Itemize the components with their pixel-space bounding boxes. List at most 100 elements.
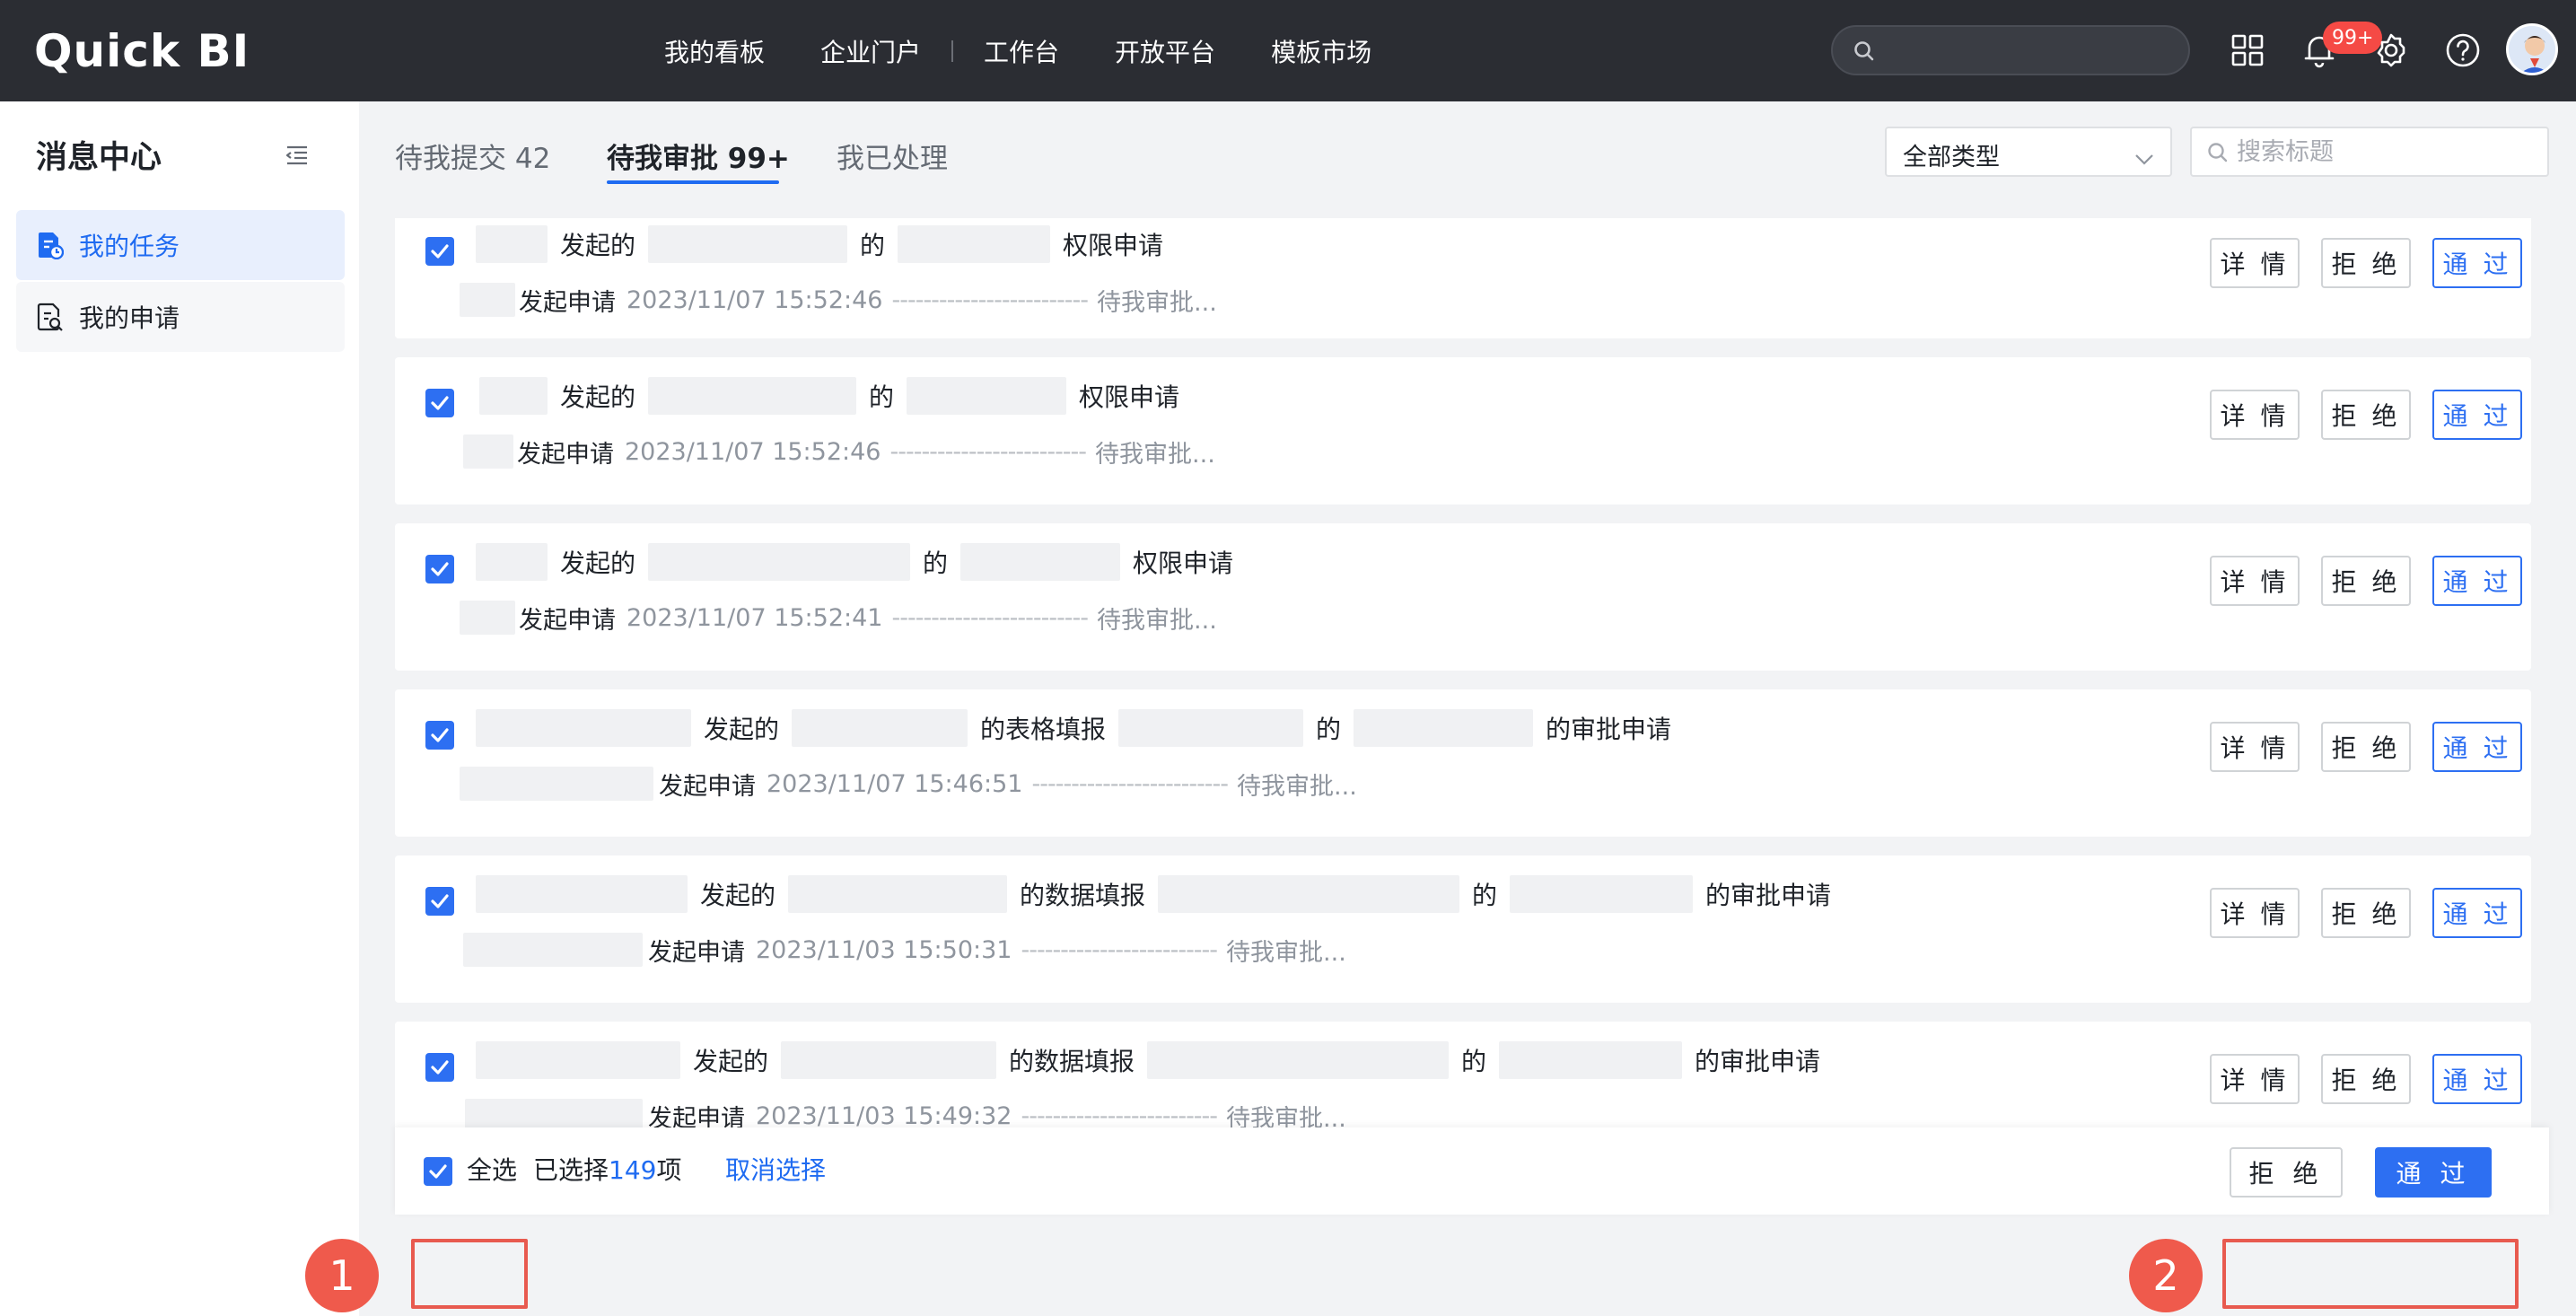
nav-my-dashboard[interactable]: 我的看板 bbox=[664, 33, 765, 69]
search-icon bbox=[1853, 39, 1876, 66]
list-item: 发起的 的数据填报 的 的审批申请 发起申请 2023/11/03 15:50:… bbox=[395, 855, 2531, 1003]
item-status: 待我审批... bbox=[1095, 440, 1215, 469]
reject-button[interactable]: 拒 绝 bbox=[2321, 1054, 2411, 1104]
select-all-checkbox[interactable] bbox=[424, 1157, 452, 1186]
user-avatar[interactable] bbox=[2506, 23, 2558, 75]
sidebar-item-label: 我的任务 bbox=[79, 232, 180, 261]
pass-button[interactable]: 通 过 bbox=[2432, 1054, 2522, 1104]
selected-count-text: 已选择149项 bbox=[533, 1155, 682, 1185]
item-timestamp: 2023/11/03 15:50:31 bbox=[756, 935, 1012, 964]
item-checkbox[interactable] bbox=[425, 237, 454, 266]
redacted-block bbox=[907, 377, 1067, 415]
item-checkbox[interactable] bbox=[425, 721, 454, 750]
redacted-block bbox=[476, 225, 548, 263]
detail-button[interactable]: 详 情 bbox=[2210, 1054, 2300, 1104]
tab-pending-approve[interactable]: 待我审批 99+ bbox=[607, 136, 790, 176]
step-marker-2: 2 bbox=[2129, 1239, 2203, 1312]
item-meta: 发起申请 2023/11/07 15:46:51 ---------------… bbox=[460, 761, 1357, 806]
reject-button[interactable]: 拒 绝 bbox=[2321, 888, 2411, 938]
type-filter-select[interactable]: 全部类型 bbox=[1885, 127, 2172, 177]
item-meta: 发起申请 2023/11/03 15:50:31 ---------------… bbox=[460, 927, 1346, 972]
redacted-block bbox=[1510, 875, 1694, 913]
reject-button[interactable]: 拒 绝 bbox=[2321, 238, 2411, 288]
top-navigation-bar: Quick BI 我的看板 企业门户 工作台 开放平台 模板市场 99+ bbox=[0, 0, 2576, 101]
item-checkbox[interactable] bbox=[425, 389, 454, 417]
redacted-block bbox=[788, 875, 1008, 913]
item-checkbox[interactable] bbox=[425, 555, 454, 583]
item-title: 发起的 的数据填报 的 的审批申请 bbox=[476, 872, 1831, 917]
nav-template-market[interactable]: 模板市场 bbox=[1271, 33, 1371, 69]
active-tab-indicator bbox=[607, 180, 779, 184]
pass-button[interactable]: 通 过 bbox=[2432, 556, 2522, 606]
app-logo[interactable]: Quick BI bbox=[34, 25, 250, 77]
bulk-reject-button[interactable]: 拒 绝 bbox=[2230, 1147, 2343, 1198]
pass-button[interactable]: 通 过 bbox=[2432, 238, 2522, 288]
reject-button[interactable]: 拒 绝 bbox=[2321, 390, 2411, 440]
settings-gear-icon[interactable] bbox=[2368, 27, 2414, 74]
sidebar-title: 消息中心 bbox=[36, 140, 162, 176]
selected-count: 149 bbox=[609, 1155, 657, 1185]
redacted-block bbox=[476, 543, 548, 581]
nav-enterprise-portal[interactable]: 企业门户 bbox=[820, 33, 921, 69]
application-document-icon bbox=[36, 303, 65, 331]
sidebar-item-label: 我的申请 bbox=[79, 303, 180, 333]
chevron-down-icon bbox=[2134, 145, 2154, 172]
redacted-block bbox=[1354, 709, 1534, 747]
detail-button[interactable]: 详 情 bbox=[2210, 390, 2300, 440]
nav-open-platform[interactable]: 开放平台 bbox=[1115, 33, 1215, 69]
nav-divider bbox=[951, 39, 954, 62]
redacted-block bbox=[476, 709, 691, 747]
detail-button[interactable]: 详 情 bbox=[2210, 238, 2300, 288]
help-icon[interactable] bbox=[2440, 27, 2486, 74]
redacted-block bbox=[792, 709, 968, 747]
item-meta: 发起申请 2023/11/07 15:52:46 ---------------… bbox=[460, 429, 1215, 474]
item-checkbox[interactable] bbox=[425, 1053, 454, 1082]
bulk-pass-button[interactable]: 通 过 bbox=[2375, 1147, 2492, 1198]
item-status: 待我审批... bbox=[1237, 772, 1357, 801]
item-status: 待我审批... bbox=[1097, 606, 1217, 635]
tab-bar: 待我提交 42 待我审批 99+ 我已处理 全部类型 bbox=[359, 101, 2576, 218]
redacted-block bbox=[1147, 1041, 1450, 1079]
item-timestamp: 2023/11/07 15:46:51 bbox=[767, 769, 1023, 798]
item-title: 发起的 的 权限申请 bbox=[476, 373, 1179, 418]
item-title: 发起的 的 权限申请 bbox=[476, 540, 1233, 584]
cancel-selection-link[interactable]: 取消选择 bbox=[725, 1151, 826, 1187]
redacted-block bbox=[1499, 1041, 1683, 1079]
redacted-block bbox=[648, 225, 848, 263]
title-search-input[interactable] bbox=[2237, 136, 2533, 168]
reject-button[interactable]: 拒 绝 bbox=[2321, 556, 2411, 606]
detail-button[interactable]: 详 情 bbox=[2210, 556, 2300, 606]
pass-button[interactable]: 通 过 bbox=[2432, 390, 2522, 440]
reject-button[interactable]: 拒 绝 bbox=[2321, 722, 2411, 772]
detail-button[interactable]: 详 情 bbox=[2210, 888, 2300, 938]
sidebar: 消息中心 我的任务 我的申请 bbox=[0, 101, 359, 1316]
tab-pending-submit[interactable]: 待我提交 42 bbox=[395, 136, 550, 176]
redacted-block bbox=[960, 543, 1121, 581]
redacted-block bbox=[476, 875, 688, 913]
item-title: 发起的 的 权限申请 bbox=[476, 222, 1163, 267]
redacted-block bbox=[479, 377, 548, 415]
pass-button[interactable]: 通 过 bbox=[2432, 722, 2522, 772]
approval-list: 发起的 的 权限申请 发起申请 2023/11/07 15:52:46 ----… bbox=[395, 218, 2531, 1192]
task-document-icon bbox=[36, 231, 65, 259]
detail-button[interactable]: 详 情 bbox=[2210, 722, 2300, 772]
tab-processed[interactable]: 我已处理 bbox=[837, 136, 948, 176]
nav-workbench[interactable]: 工作台 bbox=[984, 33, 1059, 69]
sidebar-item-my-applications[interactable]: 我的申请 bbox=[16, 282, 345, 352]
redacted-block bbox=[781, 1041, 997, 1079]
select-all-label[interactable]: 全选 bbox=[467, 1151, 517, 1187]
apps-grid-icon[interactable] bbox=[2224, 27, 2271, 74]
item-checkbox[interactable] bbox=[425, 887, 454, 916]
pass-button[interactable]: 通 过 bbox=[2432, 888, 2522, 938]
redacted-block bbox=[460, 601, 515, 635]
highlight-box-bulk-actions bbox=[2222, 1239, 2519, 1309]
sidebar-item-my-tasks[interactable]: 我的任务 bbox=[16, 210, 345, 280]
list-item: 发起的 的 权限申请 发起申请 2023/11/07 15:52:46 ----… bbox=[395, 357, 2531, 504]
title-search-field[interactable] bbox=[2190, 127, 2549, 177]
redacted-block bbox=[648, 377, 857, 415]
search-icon bbox=[2206, 141, 2230, 168]
global-search-input[interactable] bbox=[1831, 25, 2190, 75]
item-status: 待我审批... bbox=[1097, 288, 1217, 317]
collapse-sidebar-icon[interactable] bbox=[285, 145, 309, 170]
redacted-block bbox=[460, 767, 653, 801]
